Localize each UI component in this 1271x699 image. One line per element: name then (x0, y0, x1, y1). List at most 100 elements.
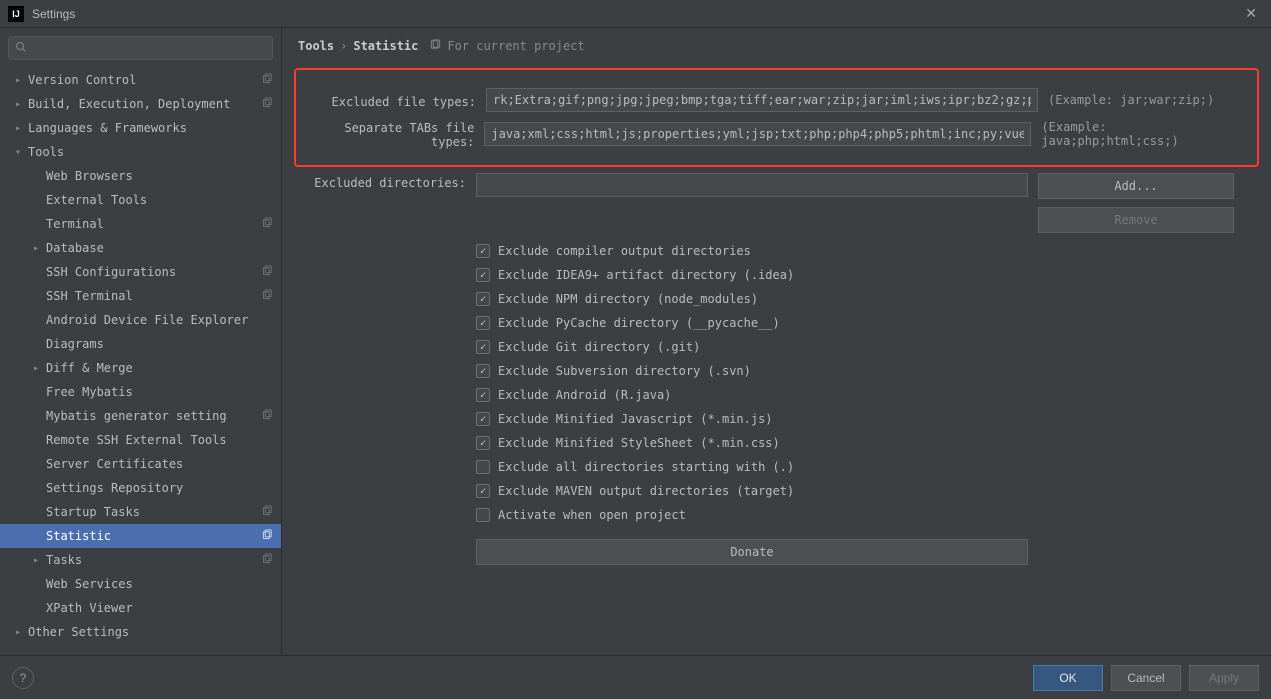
sidebar-item-web-services[interactable]: ▸Web Services (0, 572, 281, 596)
dialog-footer: ? OK Cancel Apply (0, 655, 1271, 699)
options-checklist: Exclude compiler output directories Exclu… (476, 239, 1259, 527)
remove-button[interactable]: Remove (1038, 207, 1234, 233)
donate-button[interactable]: Donate (476, 539, 1028, 565)
sidebar-item-label: Diff & Merge (46, 361, 133, 375)
sidebar-item-terminal[interactable]: ▸Terminal (0, 212, 281, 236)
sidebar-item-server-certificates[interactable]: ▸Server Certificates (0, 452, 281, 476)
sidebar-item-label: External Tools (46, 193, 147, 207)
project-scope-label: For current project (447, 39, 584, 53)
option-row: Exclude Git directory (.git) (476, 335, 1259, 359)
sidebar-item-web-browsers[interactable]: ▸Web Browsers (0, 164, 281, 188)
checkbox[interactable] (476, 316, 490, 330)
checkbox[interactable] (476, 388, 490, 402)
sidebar-item-label: Tools (28, 145, 64, 159)
sidebar-item-label: Free Mybatis (46, 385, 133, 399)
sidebar-item-build-execution-deployment[interactable]: ▸Build, Execution, Deployment (0, 92, 281, 116)
project-scope-icon (262, 289, 273, 303)
project-scope-icon (262, 505, 273, 519)
chevron-right-icon[interactable]: ▸ (30, 555, 42, 566)
window-title: Settings (32, 7, 75, 21)
project-scope-icon (262, 553, 273, 567)
excluded-types-input[interactable] (486, 88, 1038, 112)
checkbox[interactable] (476, 364, 490, 378)
checkbox[interactable] (476, 460, 490, 474)
option-label: Exclude compiler output directories (498, 244, 751, 258)
project-scope-icon (262, 265, 273, 279)
project-scope-icon (430, 39, 441, 53)
close-icon[interactable]: ✕ (1239, 5, 1263, 22)
checkbox[interactable] (476, 268, 490, 282)
option-row: Exclude compiler output directories (476, 239, 1259, 263)
sidebar-item-ssh-terminal[interactable]: ▸SSH Terminal (0, 284, 281, 308)
option-row: Exclude NPM directory (node_modules) (476, 287, 1259, 311)
chevron-right-icon[interactable]: ▸ (12, 627, 24, 638)
sidebar-item-label: Remote SSH External Tools (46, 433, 227, 447)
checkbox[interactable] (476, 484, 490, 498)
separate-tabs-input[interactable] (484, 122, 1031, 146)
project-scope-icon (262, 529, 273, 543)
option-row: Exclude Subversion directory (.svn) (476, 359, 1259, 383)
sidebar-item-label: Terminal (46, 217, 104, 231)
sidebar-item-android-device-file-explorer[interactable]: ▸Android Device File Explorer (0, 308, 281, 332)
chevron-down-icon[interactable]: ▾ (12, 147, 24, 158)
sidebar-item-mybatis-generator-setting[interactable]: ▸Mybatis generator setting (0, 404, 281, 428)
sidebar-item-ssh-configurations[interactable]: ▸SSH Configurations (0, 260, 281, 284)
excluded-dirs-list[interactable] (476, 173, 1028, 197)
sidebar-item-external-tools[interactable]: ▸External Tools (0, 188, 281, 212)
sidebar-item-label: Statistic (46, 529, 111, 543)
sidebar-item-label: Server Certificates (46, 457, 183, 471)
sidebar-item-languages-frameworks[interactable]: ▸Languages & Frameworks (0, 116, 281, 140)
search-input[interactable] (31, 41, 266, 55)
sidebar-item-remote-ssh-external-tools[interactable]: ▸Remote SSH External Tools (0, 428, 281, 452)
settings-content: Tools › Statistic For current project Ex… (282, 28, 1271, 655)
option-label: Exclude Minified StyleSheet (*.min.css) (498, 436, 780, 450)
chevron-right-icon[interactable]: ▸ (12, 99, 24, 110)
sidebar-item-label: Web Browsers (46, 169, 133, 183)
sidebar-item-label: Other Settings (28, 625, 129, 639)
sidebar-item-settings-repository[interactable]: ▸Settings Repository (0, 476, 281, 500)
sidebar-item-database[interactable]: ▸Database (0, 236, 281, 260)
option-label: Exclude IDEA9+ artifact directory (.idea… (498, 268, 794, 282)
project-scope-icon (262, 73, 273, 87)
chevron-right-icon[interactable]: ▸ (30, 363, 42, 374)
project-scope-icon (262, 217, 273, 231)
sidebar-item-label: SSH Terminal (46, 289, 133, 303)
checkbox[interactable] (476, 244, 490, 258)
option-label: Exclude PyCache directory (__pycache__) (498, 316, 780, 330)
chevron-right-icon[interactable]: ▸ (12, 123, 24, 134)
chevron-right-icon[interactable]: ▸ (30, 243, 42, 254)
sidebar-item-label: Tasks (46, 553, 82, 567)
sidebar-item-version-control[interactable]: ▸ Version Control (0, 68, 281, 92)
option-label: Exclude MAVEN output directories (target… (498, 484, 794, 498)
add-button[interactable]: Add... (1038, 173, 1234, 199)
settings-sidebar: ▸ Version Control ▸Build, Execution, Deplo… (0, 28, 282, 655)
breadcrumb-tools: Tools (298, 39, 334, 53)
help-icon[interactable]: ? (12, 667, 34, 689)
sidebar-item-tasks[interactable]: ▸ Tasks (0, 548, 281, 572)
search-input-wrap[interactable] (8, 36, 273, 60)
checkbox[interactable] (476, 340, 490, 354)
chevron-right-icon[interactable]: ▸ (12, 75, 24, 86)
settings-tree[interactable]: ▸ Version Control ▸Build, Execution, Deplo… (0, 68, 281, 655)
excluded-dirs-label: Excluded directories: (294, 173, 466, 190)
sidebar-item-label: Web Services (46, 577, 133, 591)
sidebar-item-statistic[interactable]: ▸Statistic (0, 524, 281, 548)
sidebar-item-label: SSH Configurations (46, 265, 176, 279)
ok-button[interactable]: OK (1033, 665, 1103, 691)
sidebar-item-diagrams[interactable]: ▸Diagrams (0, 332, 281, 356)
project-scope-icon (262, 409, 273, 423)
checkbox[interactable] (476, 412, 490, 426)
checkbox[interactable] (476, 508, 490, 522)
sidebar-item-startup-tasks[interactable]: ▸Startup Tasks (0, 500, 281, 524)
sidebar-item-other-settings[interactable]: ▸ Other Settings (0, 620, 281, 644)
sidebar-item-diff-merge[interactable]: ▸ Diff & Merge (0, 356, 281, 380)
cancel-button[interactable]: Cancel (1111, 665, 1181, 691)
apply-button[interactable]: Apply (1189, 665, 1259, 691)
sidebar-item-tools[interactable]: ▾ Tools (0, 140, 281, 164)
sidebar-item-label: Settings Repository (46, 481, 183, 495)
sidebar-item-label: Version Control (28, 73, 136, 87)
sidebar-item-xpath-viewer[interactable]: ▸XPath Viewer (0, 596, 281, 620)
checkbox[interactable] (476, 436, 490, 450)
sidebar-item-free-mybatis[interactable]: ▸Free Mybatis (0, 380, 281, 404)
checkbox[interactable] (476, 292, 490, 306)
